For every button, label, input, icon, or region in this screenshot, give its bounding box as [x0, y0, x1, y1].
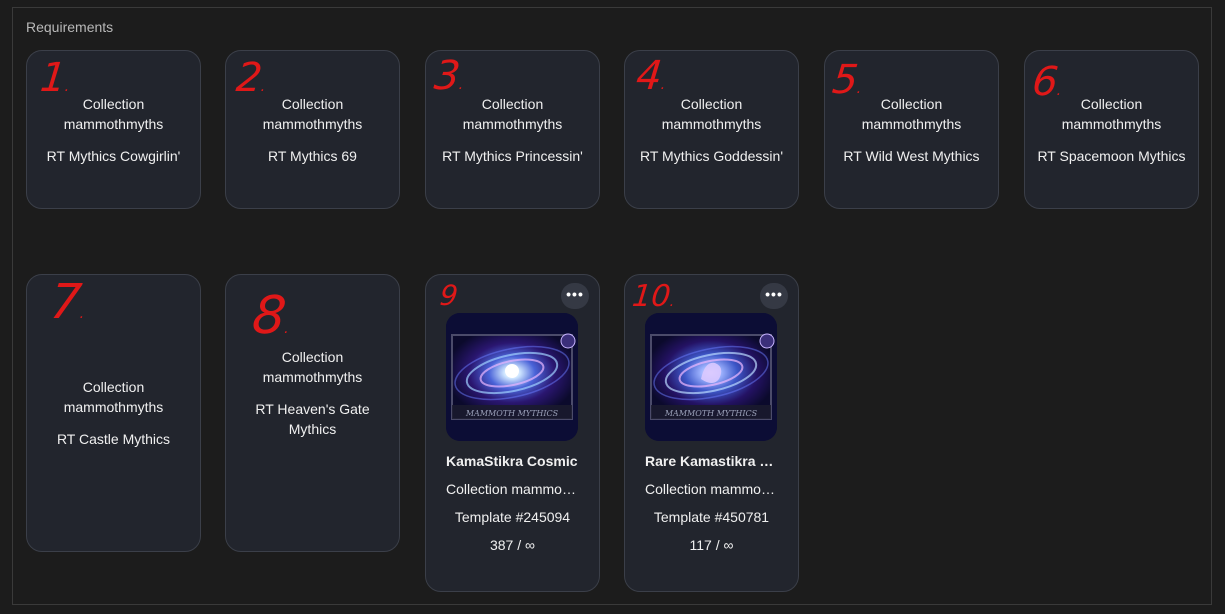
- section-title: Requirements: [26, 19, 114, 35]
- annotation-number-7: 7.: [47, 274, 86, 330]
- schema-label: RT Mythics 69: [268, 147, 357, 164]
- image-caption: MAMMOTH MYTHICS: [664, 409, 758, 418]
- schema-label: RT Heaven's Gate Mythics: [255, 401, 370, 437]
- nft-image[interactable]: MAMMOTH MYTHICS: [645, 313, 777, 441]
- annotation-number-10: 10.: [630, 279, 676, 314]
- nft-name: KamaStikra Cosmic: [446, 453, 578, 469]
- schema-label: RT Castle Mythics: [56, 431, 171, 447]
- nft-mint-count: 387 / ∞: [489, 537, 535, 553]
- nft-template: Template #245094: [454, 509, 571, 525]
- annotation-number-9: 9: [438, 279, 460, 312]
- nft-collection: Collection mammothmyths: [446, 481, 576, 497]
- nft-template: Template #450781: [653, 509, 770, 525]
- more-options-button[interactable]: •••: [561, 283, 589, 309]
- annotation-number-1: 1.: [38, 55, 71, 101]
- nft-card-10[interactable]: ••• MAMMOTH MYTHICS Rare Kamastikra Co C…: [624, 274, 799, 592]
- annotation-number-5: 5.: [830, 57, 863, 103]
- nft-mint-count: 117 / ∞: [689, 537, 734, 553]
- schema-label: RT Mythics Princessin': [442, 147, 583, 164]
- badge-icon: [759, 333, 775, 349]
- annotation-number-2: 2.: [234, 55, 267, 101]
- requirement-card-8[interactable]: Collection mammothmyths RT Heaven's Gate…: [225, 274, 400, 552]
- schema-label: RT Wild West Mythics: [843, 147, 980, 164]
- image-caption: MAMMOTH MYTHICS: [465, 409, 559, 418]
- badge-icon: [560, 333, 576, 349]
- schema-label: RT Spacemoon Mythics: [1037, 147, 1186, 164]
- annotation-number-4: 4.: [634, 53, 667, 99]
- annotation-number-3: 3.: [432, 53, 465, 99]
- more-options-button[interactable]: •••: [760, 283, 788, 309]
- collection-label: Collection mammothmyths: [63, 379, 164, 415]
- annotation-number-8: 8.: [249, 286, 290, 346]
- annotation-number-6: 6.: [1030, 59, 1063, 105]
- schema-label: RT Mythics Goddessin': [640, 147, 783, 164]
- nft-card-9[interactable]: ••• MAMMOTH MYTHICS KamaStikra Cosmic Co…: [425, 274, 600, 592]
- nft-image[interactable]: MAMMOTH MYTHICS: [446, 313, 578, 441]
- nft-collection: Collection mammothmyths: [645, 481, 775, 497]
- schema-label: RT Mythics Cowgirlin': [46, 147, 181, 164]
- nft-name: Rare Kamastikra Cosmic: [645, 453, 780, 469]
